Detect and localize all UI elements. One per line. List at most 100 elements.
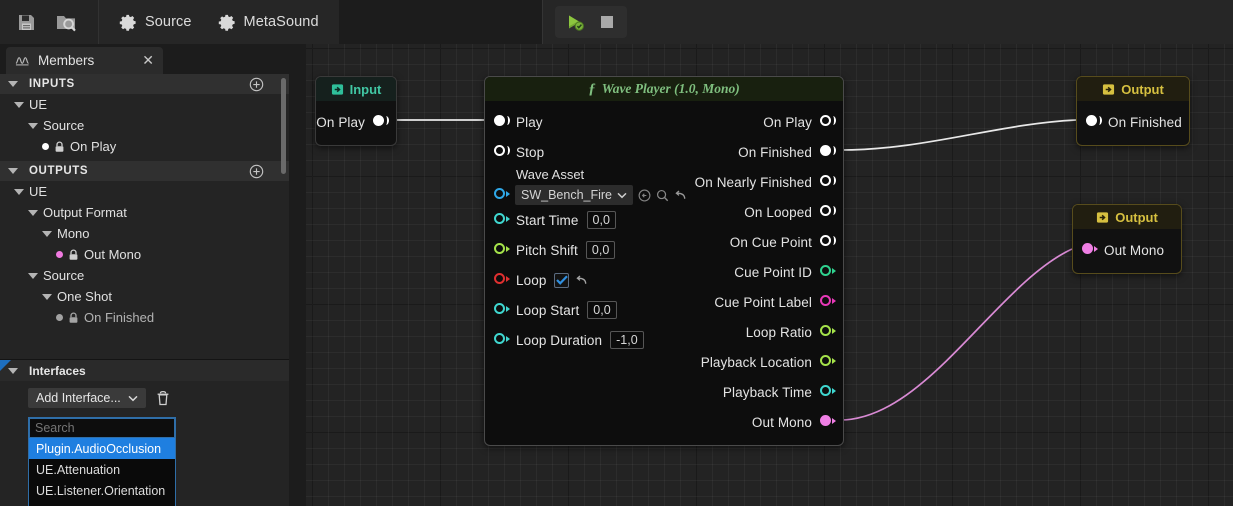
add-interface-dropdown[interactable]: Add Interface... (28, 388, 146, 408)
panel-divider[interactable] (289, 44, 306, 506)
play-button[interactable] (562, 10, 588, 34)
pin-row-on-play[interactable]: On Play (663, 107, 843, 137)
dropdown-item-ue-listener-orientation[interactable]: UE.Listener.Orientation (29, 480, 175, 501)
start-time-value[interactable]: 0,0 (586, 211, 616, 229)
add-output-button[interactable] (249, 164, 264, 179)
reset-arrow-icon[interactable] (674, 189, 687, 202)
chevron-down-icon[interactable] (8, 168, 18, 174)
pin-start-time[interactable] (494, 213, 510, 227)
chevron-down-icon[interactable] (28, 272, 38, 279)
add-input-button[interactable] (249, 77, 264, 92)
loop-checkbox[interactable] (554, 272, 570, 288)
tree-row-out-mono[interactable]: Out Mono (0, 244, 289, 265)
pin-row-out-mono[interactable]: Out Mono (1073, 235, 1181, 265)
save-button[interactable] (10, 8, 43, 37)
close-icon[interactable]: ✕ (142, 52, 154, 69)
pitch-shift-value[interactable]: 0,0 (585, 241, 616, 259)
pin-on-finished[interactable] (820, 145, 836, 159)
pin-row-loop-duration[interactable]: Loop Duration -1,0 (485, 325, 663, 355)
metasound-button[interactable]: MetaSound (212, 9, 325, 36)
tree-row-source-in[interactable]: Source (0, 115, 289, 136)
pin-on-play[interactable] (820, 115, 836, 129)
search-icon[interactable] (656, 189, 669, 202)
tree-row-ue-out[interactable]: UE (0, 181, 289, 202)
pin-playback-time[interactable] (820, 385, 836, 399)
pin-row-out-mono[interactable]: Out Mono (663, 407, 843, 437)
section-header-inputs[interactable]: INPUTS (0, 74, 289, 94)
stop-button[interactable] (594, 10, 620, 34)
interface-dropdown-list[interactable]: Plugin.AudioOcclusion UE.Attenuation UE.… (28, 417, 176, 506)
pin-pitch-shift[interactable] (494, 243, 510, 257)
tree-row-source-out[interactable]: Source (0, 265, 289, 286)
pin-row-loop-start[interactable]: Loop Start 0,0 (485, 295, 663, 325)
pin-on-nearly-finished[interactable] (820, 175, 836, 189)
pin-row-wave-asset[interactable]: Wave Asset SW_Bench_Fire (485, 167, 686, 205)
loop-start-value[interactable]: 0,0 (587, 301, 617, 319)
interface-search-input[interactable] (29, 418, 175, 438)
pin-row-on-cue-point[interactable]: On Cue Point (663, 227, 843, 257)
pin-row-start-time[interactable]: Start Time 0,0 (485, 205, 663, 235)
pin-row-on-looped[interactable]: On Looped (663, 197, 843, 227)
chevron-down-icon[interactable] (8, 81, 18, 87)
pin-playback-location[interactable] (820, 355, 836, 369)
tree-row-ue-in[interactable]: UE (0, 94, 289, 115)
tab-members[interactable]: Members ✕ (6, 47, 163, 74)
pin-row-on-finished[interactable]: On Finished (1077, 107, 1189, 137)
source-button[interactable]: Source (113, 9, 198, 36)
pin-loop-start[interactable] (494, 303, 510, 317)
browse-button[interactable] (49, 8, 84, 37)
dropdown-item-plugin-audiocclusion[interactable]: Plugin.AudioOcclusion (29, 438, 175, 459)
loop-duration-value[interactable]: -1,0 (610, 331, 644, 349)
chevron-down-icon[interactable] (14, 101, 24, 108)
pin-loop[interactable] (494, 273, 510, 287)
browse-back-icon[interactable] (638, 189, 651, 202)
members-scrollbar[interactable] (281, 78, 286, 174)
pin-row-on-nearly-finished[interactable]: On Nearly Finished (663, 167, 843, 197)
pin-row-on-finished[interactable]: On Finished (663, 137, 843, 167)
pin-row-playback-time[interactable]: Playback Time (663, 377, 843, 407)
dropdown-item-ue-source-orientation[interactable]: UE.Source.Orientation (29, 501, 175, 506)
pin-on-play[interactable] (373, 115, 389, 129)
pin-row-cue-point-id[interactable]: Cue Point ID (663, 257, 843, 287)
graph-node-output-out-mono[interactable]: Output Out Mono (1072, 204, 1182, 274)
pin-loop-duration[interactable] (494, 333, 510, 347)
pin-on-finished[interactable] (1086, 115, 1102, 129)
metasound-graph-canvas[interactable]: Input On Play Output On Finished Output … (306, 44, 1233, 506)
section-header-interfaces[interactable]: Interfaces (0, 360, 289, 381)
chevron-down-icon[interactable] (28, 122, 38, 129)
tree-row-on-finished[interactable]: On Finished (0, 307, 289, 328)
pin-row-on-play[interactable]: On Play (316, 107, 396, 137)
wave-asset-combo[interactable]: SW_Bench_Fire (515, 185, 634, 205)
pin-row-cue-point-label[interactable]: Cue Point Label (663, 287, 843, 317)
pin-row-playback-location[interactable]: Playback Location (663, 347, 843, 377)
tree-row-mono[interactable]: Mono (0, 223, 289, 244)
pin-play[interactable] (494, 115, 510, 129)
pin-on-looped[interactable] (820, 205, 836, 219)
section-header-outputs[interactable]: OUTPUTS (0, 161, 289, 181)
pin-row-play[interactable]: Play (485, 107, 663, 137)
dropdown-item-ue-attenuation[interactable]: UE.Attenuation (29, 459, 175, 480)
pin-out-mono[interactable] (820, 415, 836, 429)
graph-node-input[interactable]: Input On Play (315, 76, 397, 146)
tree-row-output-format[interactable]: Output Format (0, 202, 289, 223)
tree-row-one-shot[interactable]: One Shot (0, 286, 289, 307)
pin-stop[interactable] (494, 145, 510, 159)
pin-on-cue-point[interactable] (820, 235, 836, 249)
chevron-down-icon[interactable] (42, 230, 52, 237)
pin-row-loop[interactable]: Loop (485, 265, 663, 295)
reset-arrow-icon[interactable] (575, 274, 588, 287)
graph-node-wave-player[interactable]: ƒ Wave Player (1.0, Mono) Play Stop Wave… (484, 76, 844, 446)
pin-loop-ratio[interactable] (820, 325, 836, 339)
pin-wave-asset[interactable] (494, 188, 510, 202)
trash-icon[interactable] (155, 390, 171, 407)
chevron-down-icon[interactable] (28, 209, 38, 216)
pin-cue-point-label[interactable] (820, 295, 836, 309)
pin-out-mono[interactable] (1082, 243, 1098, 257)
pin-row-loop-ratio[interactable]: Loop Ratio (663, 317, 843, 347)
chevron-down-icon[interactable] (42, 293, 52, 300)
pin-row-stop[interactable]: Stop (485, 137, 663, 167)
pin-row-pitch-shift[interactable]: Pitch Shift 0,0 (485, 235, 663, 265)
tree-row-on-play[interactable]: On Play (0, 136, 289, 157)
pin-cue-point-id[interactable] (820, 265, 836, 279)
chevron-down-icon[interactable] (14, 188, 24, 195)
